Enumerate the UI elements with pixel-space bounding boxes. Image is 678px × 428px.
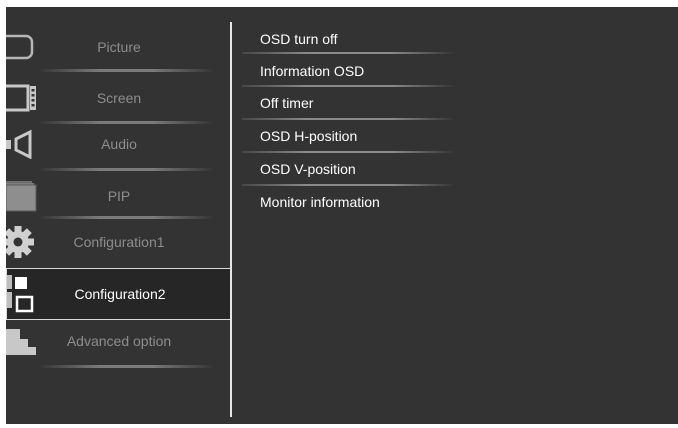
menu-item-audio-label: Audio <box>101 136 137 152</box>
menu-item-audio[interactable]: Audio <box>6 119 231 169</box>
submenu-separator <box>242 85 456 87</box>
menu-item-configuration1-label: Configuration1 <box>73 234 165 250</box>
submenu-item-monitor-information[interactable]: Monitor information <box>260 194 380 210</box>
submenu-item-osd-h-position[interactable]: OSD H-position <box>260 128 357 144</box>
submenu-separator <box>242 118 456 120</box>
submenu-item-osd-turn-off[interactable]: OSD turn off <box>260 31 338 47</box>
submenu-separator <box>242 151 456 153</box>
menu-item-advanced-option[interactable]: Advanced option <box>6 316 231 366</box>
menu-divider <box>230 22 232 417</box>
osd-menu-window: Picture Screen Audio PIP Configuration1 … <box>6 7 678 424</box>
menu-item-picture[interactable]: Picture <box>6 22 231 72</box>
menu-item-picture-label: Picture <box>97 39 141 55</box>
menu-item-configuration2[interactable]: Configuration2 <box>6 268 231 320</box>
menu-item-pip-label: PIP <box>107 188 131 204</box>
submenu-separator <box>242 184 456 186</box>
menu-item-screen[interactable]: Screen <box>6 73 231 123</box>
submenu-separator <box>242 52 456 54</box>
menu-item-configuration2-label: Configuration2 <box>74 286 166 302</box>
submenu-item-off-timer[interactable]: Off timer <box>260 95 313 111</box>
menu-item-pip[interactable]: PIP <box>6 171 231 221</box>
menu-item-advanced-option-label: Advanced option <box>66 333 172 349</box>
menu-separator <box>38 69 214 72</box>
menu-item-screen-label: Screen <box>96 90 142 106</box>
submenu-item-information-osd[interactable]: Information OSD <box>260 63 364 79</box>
menu-item-configuration1[interactable]: Configuration1 <box>6 217 231 267</box>
menu-separator <box>38 365 214 368</box>
submenu-item-osd-v-position[interactable]: OSD V-position <box>260 161 356 177</box>
